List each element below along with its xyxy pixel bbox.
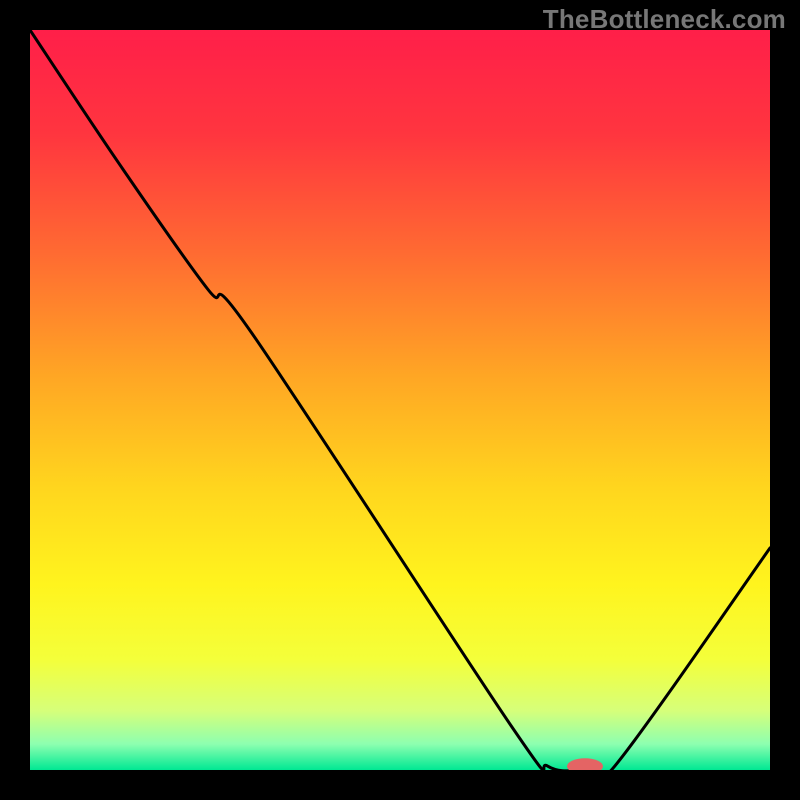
chart-frame: { "watermark": "TheBottleneck.com", "cha… bbox=[0, 0, 800, 800]
gradient-background bbox=[30, 30, 770, 770]
bottleneck-chart bbox=[0, 0, 800, 800]
optimum-marker bbox=[567, 758, 603, 774]
watermark-text: TheBottleneck.com bbox=[543, 4, 786, 35]
